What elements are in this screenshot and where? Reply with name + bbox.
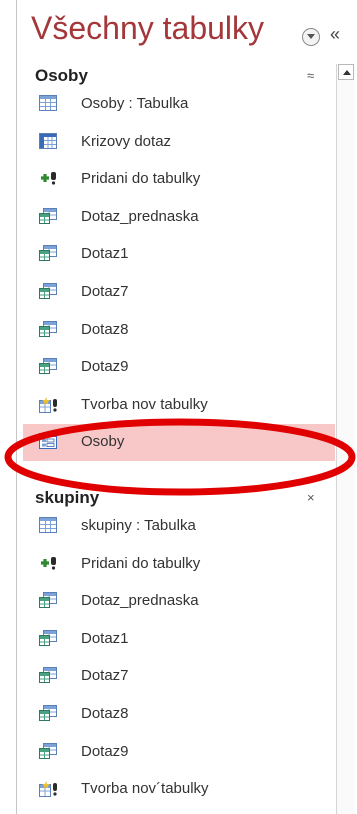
list-item-selected[interactable]: Osoby (23, 424, 335, 461)
list-item[interactable]: skupiny : Tabulka (17, 508, 335, 545)
list-item-label: Dotaz7 (81, 283, 129, 300)
table-icon (39, 95, 57, 113)
list-item-label: Dotaz8 (81, 705, 129, 722)
group-toggle-icon[interactable]: × (307, 490, 315, 505)
list-item[interactable]: Dotaz_prednaska (17, 199, 335, 236)
group-label: skupiny (35, 488, 100, 507)
list-item-label: Tvorba nov tabulky (81, 396, 208, 413)
list-item-label: Dotaz_prednaska (81, 208, 199, 225)
list-item-label: Tvorba nov´tabulky (81, 780, 209, 797)
make-table-query-icon (39, 396, 57, 414)
group-header[interactable]: skupiny × (17, 486, 335, 508)
double-chevron-left-icon[interactable]: « (330, 24, 340, 44)
list-item[interactable]: Pridani do tabulky (17, 161, 335, 198)
form-icon (39, 433, 57, 451)
list-item[interactable]: Pridani do tabulky (17, 546, 335, 583)
crosstab-query-icon (39, 133, 57, 151)
select-query-icon (39, 321, 57, 339)
select-query-icon (39, 208, 57, 226)
list-item-label: Dotaz1 (81, 630, 129, 647)
list-item[interactable]: Dotaz9 (17, 734, 335, 771)
list-item[interactable]: Tvorba nov´tabulky (17, 771, 335, 808)
select-query-icon (39, 358, 57, 376)
list-item[interactable]: Dotaz1 (17, 236, 335, 273)
select-query-icon (39, 630, 57, 648)
list-item[interactable]: Krizovy dotaz (17, 124, 335, 161)
navigation-pane-header: Všechny tabulky « (17, 0, 357, 62)
list-item[interactable]: Dotaz7 (17, 658, 335, 695)
list-item[interactable]: Dotaz7 (17, 274, 335, 311)
append-query-icon (39, 555, 57, 573)
group-label: Osoby (35, 66, 88, 85)
list-item[interactable]: Dotaz8 (17, 696, 335, 733)
vertical-scrollbar[interactable] (336, 64, 355, 814)
list-item[interactable]: Osoby : Tabulka (17, 86, 335, 123)
dropdown-circle-icon[interactable] (302, 28, 320, 46)
list-item[interactable]: Dotaz1 (17, 621, 335, 658)
list-item-label: Dotaz7 (81, 667, 129, 684)
list-item-label: Pridani do tabulky (81, 170, 201, 187)
group-header[interactable]: Osoby ≈ (17, 64, 335, 86)
table-icon (39, 517, 57, 535)
scroll-up-button[interactable] (338, 64, 354, 80)
select-query-icon (39, 283, 57, 301)
list-item-label: Dotaz8 (81, 321, 129, 338)
select-query-icon (39, 743, 57, 761)
navigation-pane: Všechny tabulky « Osoby ≈ Osoby : Tabulka K… (16, 0, 357, 814)
list-item[interactable]: Dotaz_prednaska (17, 583, 335, 620)
list-item[interactable]: Dotaz9 (17, 349, 335, 386)
select-query-icon (39, 705, 57, 723)
pane-title[interactable]: Všechny tabulky (31, 10, 264, 47)
list-item[interactable]: Tvorba nov tabulky (17, 387, 335, 424)
list-item-label: Osoby (81, 433, 125, 450)
select-query-icon (39, 667, 57, 685)
list-item-label: Osoby : Tabulka (81, 95, 189, 112)
list-item-label: skupiny : Tabulka (81, 517, 196, 534)
select-query-icon (39, 245, 57, 263)
list-item-label: Krizovy dotaz (81, 133, 172, 150)
list-item-label: Dotaz1 (81, 245, 129, 262)
list-item-label: Pridani do tabulky (81, 555, 201, 572)
group-toggle-icon[interactable]: ≈ (307, 68, 314, 83)
append-query-icon (39, 170, 57, 188)
list-item-label: Dotaz9 (81, 358, 129, 375)
list-item-label: Dotaz_prednaska (81, 592, 199, 609)
list-item[interactable]: Dotaz8 (17, 312, 335, 349)
make-table-query-icon (39, 780, 57, 798)
select-query-icon (39, 592, 57, 610)
list-item-label: Dotaz9 (81, 743, 129, 760)
